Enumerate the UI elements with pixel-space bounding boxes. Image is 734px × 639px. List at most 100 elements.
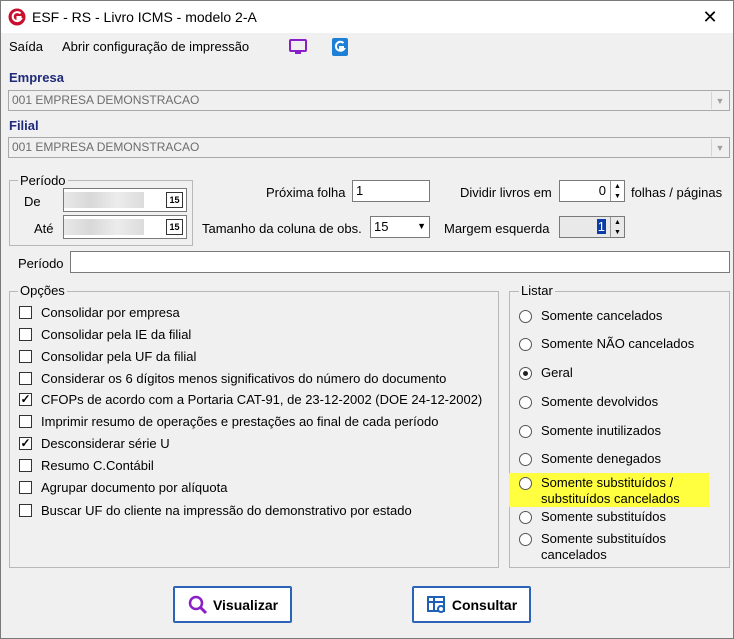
left-margin-input[interactable]: 1 ▲ ▼ <box>559 216 625 238</box>
radio-button[interactable] <box>519 453 532 466</box>
branch-value: 001 EMPRESA DEMONSTRACAO <box>12 140 200 154</box>
period-from-input[interactable]: 15 <box>63 188 187 212</box>
calendar-icon[interactable]: 15 <box>166 192 183 208</box>
spinner-down-icon[interactable]: ▼ <box>611 191 624 201</box>
option-label: Resumo C.Contábil <box>41 457 154 473</box>
checkbox[interactable] <box>19 480 32 494</box>
menu-open-print-config[interactable]: Abrir configuração de impressão <box>62 39 249 54</box>
radio-button[interactable] <box>519 477 532 490</box>
option-checkbox-row[interactable]: ✓ CFOPs de acordo com a Portaria CAT-91, … <box>19 390 482 408</box>
spinner-up-icon[interactable]: ▲ <box>611 181 624 191</box>
radio-label: Somente devolvidos <box>541 394 658 410</box>
obs-col-select[interactable]: 15 ▼ <box>370 216 430 238</box>
left-margin-value: 1 <box>596 219 606 234</box>
option-checkbox-row[interactable]: Agrupar documento por alíquota <box>19 478 227 496</box>
period-to-input[interactable]: 15 <box>63 215 187 239</box>
option-checkbox-row[interactable]: Consolidar pela UF da filial <box>19 347 196 365</box>
checkbox[interactable] <box>19 327 32 341</box>
radio-label-line: Somente inutilizados <box>541 423 661 438</box>
view-button-label: Visualizar <box>212 596 279 613</box>
checkbox[interactable]: ✓ <box>19 436 32 450</box>
split-books-spinner[interactable]: ▲ ▼ <box>610 181 624 201</box>
option-label: Imprimir resumo de operações e prestaçõe… <box>41 413 439 429</box>
option-checkbox-row[interactable]: Buscar UF do cliente na impressão do dem… <box>19 501 412 519</box>
radio-button[interactable] <box>519 338 532 351</box>
company-select[interactable]: 001 EMPRESA DEMONSTRACAO ▼ <box>8 90 730 111</box>
option-label: Consolidar pela UF da filial <box>41 348 197 364</box>
magnifier-icon <box>188 595 207 614</box>
redacted-date <box>64 192 144 208</box>
option-label: Buscar UF do cliente na impressão do dem… <box>41 502 412 518</box>
list-radio-row[interactable]: Somente cancelados <box>519 308 662 324</box>
radio-label-line: Somente substituídos / <box>541 475 674 490</box>
view-button[interactable]: Visualizar <box>173 586 292 623</box>
option-checkbox-row[interactable]: ✓ Desconsiderar série U <box>19 434 170 452</box>
next-sheet-label: Próxima folha <box>266 185 346 200</box>
list-radio-row[interactable]: Somente substituídos <box>519 509 666 525</box>
radio-label: Somente inutilizados <box>541 423 661 439</box>
split-books-value: 0 <box>598 183 606 198</box>
query-button-label: Consultar <box>451 596 518 613</box>
chevron-down-icon[interactable]: ▼ <box>711 139 728 156</box>
list-radio-row[interactable]: Somente inutilizados <box>519 423 661 439</box>
list-radio-row[interactable]: Geral <box>519 365 573 381</box>
checkbox[interactable] <box>19 305 32 319</box>
list-radio-row[interactable]: Somente NÃO cancelados <box>519 336 694 352</box>
checkbox[interactable] <box>19 371 32 385</box>
spinner-down-icon[interactable]: ▼ <box>611 227 624 237</box>
split-books-suffix: folhas / páginas <box>631 185 723 200</box>
obs-col-label: Tamanho da coluna de obs. <box>202 221 362 236</box>
option-checkbox-row[interactable]: Consolidar pela IE da filial <box>19 325 191 343</box>
radio-button[interactable] <box>519 310 532 323</box>
radio-label: Somente NÃO cancelados <box>541 336 694 352</box>
chevron-down-icon[interactable]: ▼ <box>711 92 728 109</box>
split-books-label: Dividir livros em <box>460 185 552 200</box>
option-checkbox-row[interactable]: Considerar os 6 dígitos menos significat… <box>19 369 446 387</box>
next-sheet-input[interactable]: 1 <box>352 180 430 202</box>
menu-exit[interactable]: Saída <box>9 39 43 54</box>
checkbox[interactable] <box>19 503 32 517</box>
radio-label-line: Somente NÃO cancelados <box>541 336 695 351</box>
close-button[interactable]: ✕ <box>687 1 733 33</box>
radio-label-line: Somente devolvidos <box>541 394 659 409</box>
list-radio-row[interactable]: Somente denegados <box>519 451 661 467</box>
option-checkbox-row[interactable]: Imprimir resumo de operações e prestaçõe… <box>19 412 438 430</box>
close-icon: ✕ <box>702 6 718 27</box>
radio-button[interactable] <box>519 425 532 438</box>
title-bar: ESF - RS - Livro ICMS - modelo 2-A ✕ <box>1 1 733 33</box>
option-label: Agrupar documento por alíquota <box>41 479 228 495</box>
radio-button[interactable] <box>519 396 532 409</box>
app-logo-icon <box>8 8 26 26</box>
option-label: Consolidar por empresa <box>41 304 180 320</box>
calendar-icon[interactable]: 15 <box>166 219 183 235</box>
period-text-label: Período <box>18 256 64 271</box>
list-radio-row[interactable]: Somente devolvidos <box>519 394 658 410</box>
checkbox[interactable] <box>19 349 32 363</box>
list-group-title: Listar <box>519 283 555 298</box>
checkbox[interactable] <box>19 458 32 472</box>
radio-label-line: Somente substituídos <box>541 509 667 524</box>
split-books-input[interactable]: 0 ▲ ▼ <box>559 180 625 202</box>
left-margin-spinner[interactable]: ▲ ▼ <box>610 217 624 237</box>
brand-g-icon[interactable] <box>330 37 350 57</box>
branch-select[interactable]: 001 EMPRESA DEMONSTRACAO ▼ <box>8 137 730 158</box>
spinner-up-icon[interactable]: ▲ <box>611 217 624 227</box>
option-checkbox-row[interactable]: Resumo C.Contábil <box>19 456 154 474</box>
radio-button[interactable] <box>519 533 532 546</box>
radio-button[interactable] <box>519 511 532 524</box>
option-label: Consolidar pela IE da filial <box>41 326 192 342</box>
query-button[interactable]: Consultar <box>412 586 531 623</box>
checkbox[interactable] <box>19 414 32 428</box>
radio-button[interactable] <box>519 367 532 380</box>
radio-label: Geral <box>541 365 573 381</box>
monitor-icon[interactable] <box>288 37 308 57</box>
list-radio-row[interactable]: Somente substituídos cancelados <box>519 531 666 563</box>
redacted-date <box>64 219 144 235</box>
company-value: 001 EMPRESA DEMONSTRACAO <box>12 93 200 107</box>
chevron-down-icon[interactable]: ▼ <box>417 221 426 231</box>
list-radio-row[interactable]: Somente substituídos / substituídos cance… <box>519 475 680 507</box>
menu-bar: Saída Abrir configuração de impressão <box>1 33 733 61</box>
option-checkbox-row[interactable]: Consolidar por empresa <box>19 303 180 321</box>
checkbox[interactable]: ✓ <box>19 392 32 406</box>
period-text-input[interactable] <box>70 251 730 273</box>
